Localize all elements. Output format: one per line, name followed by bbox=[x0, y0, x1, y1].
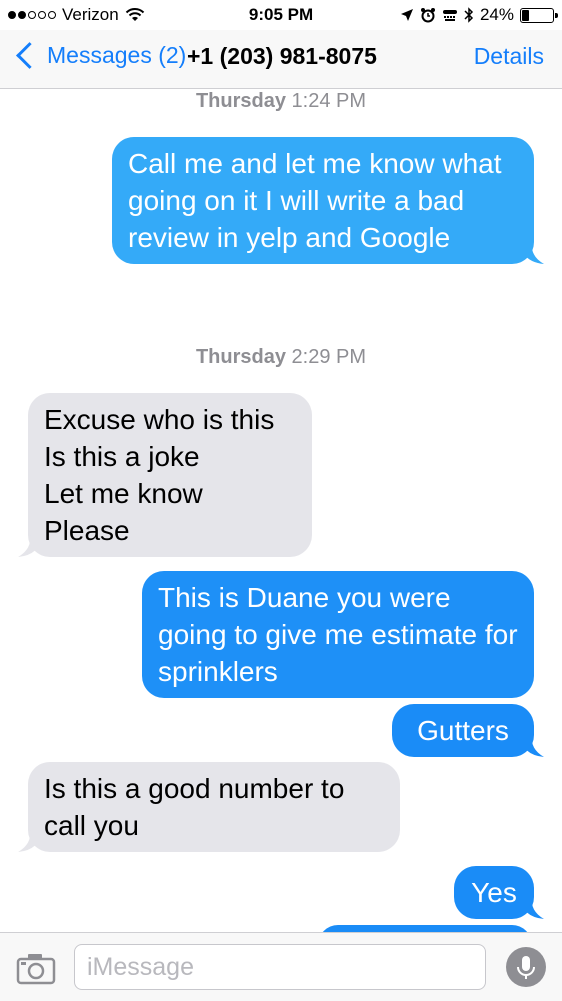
timestamp-day: Thursday bbox=[195, 346, 286, 368]
outgoing-message-bubble[interactable]: This is Duane you were going to give me … bbox=[142, 571, 534, 698]
conversation-title: +1 (203) 981-8075 bbox=[187, 43, 377, 69]
camera-icon[interactable] bbox=[16, 951, 56, 985]
imessage-text-field[interactable] bbox=[74, 944, 486, 990]
tty-icon bbox=[442, 10, 457, 21]
chevron-left-icon bbox=[16, 42, 43, 69]
bubble-tail bbox=[18, 830, 42, 852]
bubble-tail bbox=[520, 242, 544, 264]
timestamp-time: 1:24 PM bbox=[291, 90, 367, 112]
navigation-bar: Messages (2) +1 (203) 981-8075 Details bbox=[0, 30, 562, 89]
timestamp-time: 2:29 PM bbox=[291, 346, 367, 368]
bubble-tail bbox=[520, 897, 544, 919]
bluetooth-icon bbox=[464, 7, 474, 23]
details-button[interactable]: Details bbox=[474, 43, 544, 70]
battery-percent: 24% bbox=[479, 5, 514, 24]
message-text: Yes bbox=[471, 877, 517, 908]
timestamp-divider: Thursday 1:24 PM bbox=[0, 90, 562, 113]
status-bar: Verizon 9:05 PM 24% bbox=[0, 0, 562, 30]
timestamp-divider: Thursday 2:29 PM bbox=[0, 346, 562, 369]
back-button-label: Messages (2) bbox=[47, 42, 187, 68]
message-text: This is Duane you were going to give me … bbox=[158, 582, 518, 687]
alarm-clock-icon bbox=[420, 8, 435, 23]
message-text: Is this a good number to call you bbox=[44, 773, 345, 841]
incoming-message-bubble[interactable]: Is this a good number to call you bbox=[18, 762, 400, 852]
message-thread[interactable]: Thursday 1:24 PM Call me and let me know… bbox=[0, 89, 562, 932]
microphone-icon bbox=[517, 956, 535, 979]
bubble-tail bbox=[520, 735, 544, 757]
outgoing-message-bubble[interactable]: Call me and let me know what going on it… bbox=[112, 137, 544, 264]
back-to-messages-button[interactable]: Messages (2) bbox=[12, 42, 186, 69]
message-text: Gutters bbox=[417, 715, 509, 746]
outgoing-message-bubble[interactable]: Gutters bbox=[392, 704, 544, 757]
incoming-message-bubble[interactable]: Excuse who is this Is this a joke Let me… bbox=[18, 393, 312, 557]
location-arrow-icon bbox=[400, 9, 413, 21]
microphone-button[interactable] bbox=[506, 947, 546, 987]
bubble-tail bbox=[18, 535, 42, 557]
message-input-bar bbox=[0, 932, 562, 1001]
status-icons: 24% bbox=[400, 5, 558, 25]
message-text: Call me and let me know what going on it… bbox=[128, 148, 502, 253]
outgoing-message-bubble[interactable]: Yes bbox=[454, 866, 544, 919]
battery-icon bbox=[520, 7, 558, 23]
timestamp-day: Thursday bbox=[195, 90, 286, 112]
message-text: Excuse who is this Is this a joke Let me… bbox=[44, 404, 275, 546]
partial-outgoing-message-bubble bbox=[318, 925, 532, 932]
